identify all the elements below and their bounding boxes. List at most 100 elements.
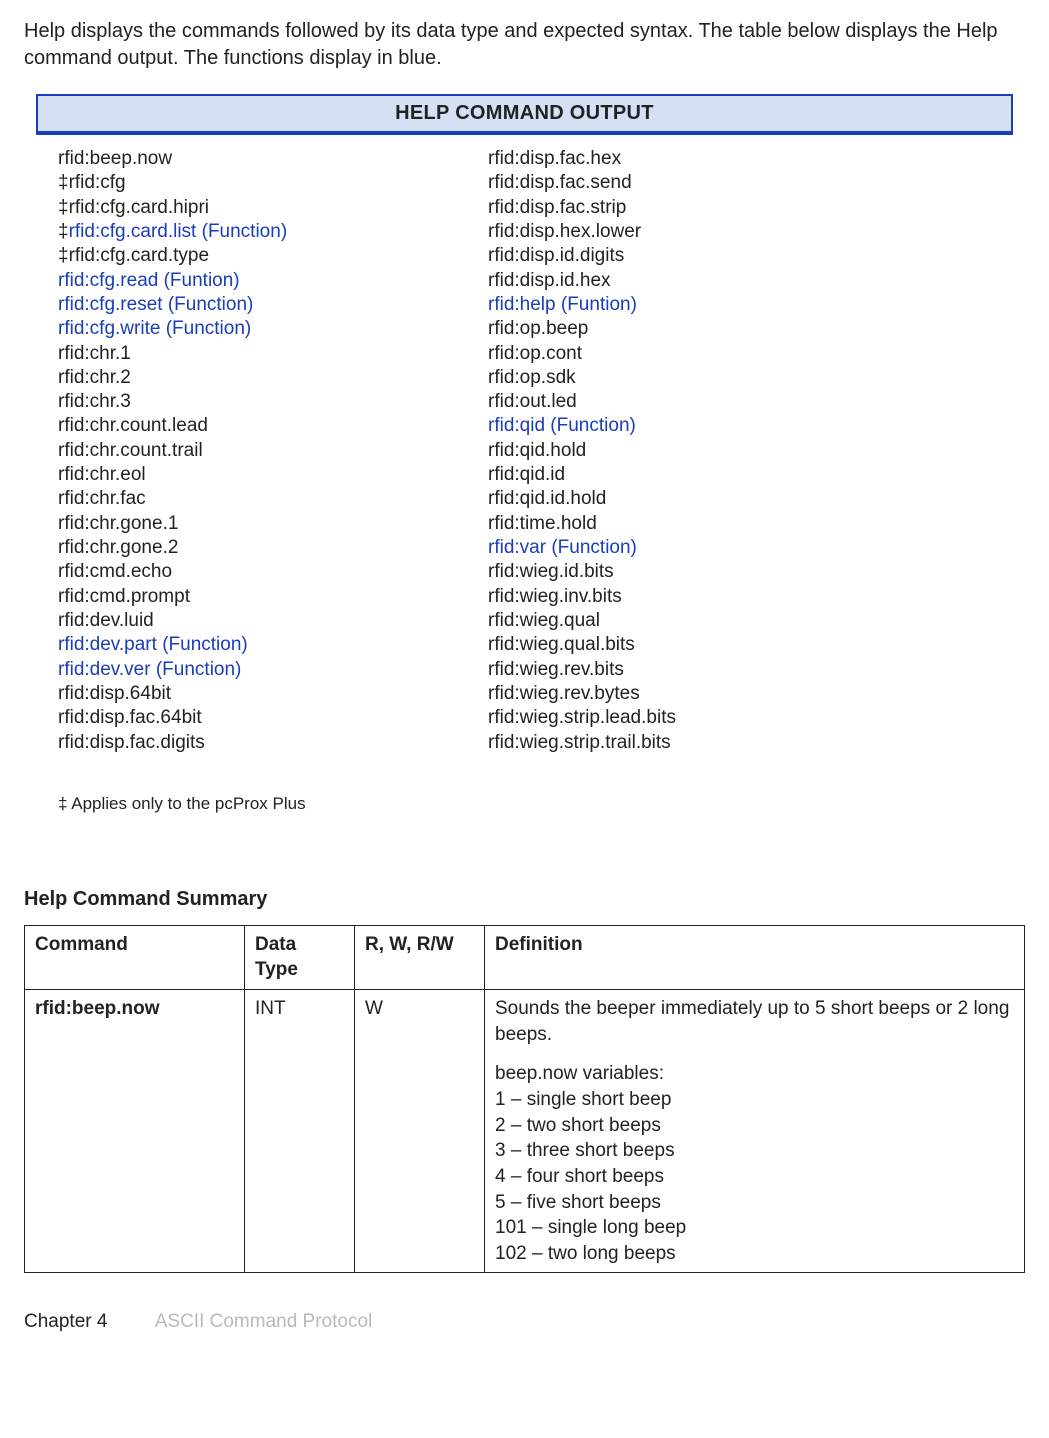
th-def: Definition [485,925,1025,989]
command-entry: rfid:wieg.strip.lead.bits [488,706,896,730]
command-name: rfid:disp.64bit [58,683,171,704]
cell-rw: W [355,990,485,1273]
command-name: rfid:op.sdk [488,367,576,388]
command-name: rfid:wieg.rev.bits [488,659,624,680]
command-name: rfid:qid.id [488,464,565,485]
command-function: rfid:cfg.reset (Function) [58,294,253,315]
command-function: rfid:qid (Function) [488,415,636,436]
command-function: rfid:cfg.read (Funtion) [58,270,240,291]
command-entry: rfid:disp.id.hex [488,269,896,293]
command-name: rfid:chr.2 [58,367,131,388]
command-entry: rfid:out.led [488,390,896,414]
command-name: rfid:disp.id.digits [488,245,624,266]
command-name: rfid:chr.count.trail [58,440,203,461]
cell-command: rfid:beep.now [25,990,245,1273]
dagger-prefix: ‡ [58,171,69,195]
command-entry: rfid:chr.count.lead [58,414,466,438]
command-entry: rfid:chr.3 [58,390,466,414]
command-name: rfid:disp.fac.digits [58,732,205,753]
command-name: rfid:dev.luid [58,610,154,631]
command-entry: ‡ rfid:cfg [58,171,466,195]
command-name: rfid:wieg.strip.lead.bits [488,707,676,728]
command-name: rfid:qid.hold [488,440,586,461]
command-entry: ‡ rfid:cfg.card.hipri [58,196,466,220]
help-output-title: HELP COMMAND OUTPUT [38,96,1011,133]
command-entry: rfid:dev.part (Function) [58,633,466,657]
command-col-1: rfid:beep.now‡ rfid:cfg‡ rfid:cfg.card.h… [36,147,466,755]
command-entry: rfid:dev.ver (Function) [58,658,466,682]
command-name: rfid:time.hold [488,513,597,534]
th-datatype: Data Type [245,925,355,989]
intro-paragraph: Help displays the commands followed by i… [24,18,1025,72]
command-name: rfid:chr.eol [58,464,146,485]
command-name: rfid:op.cont [488,343,582,364]
command-name: rfid:disp.fac.hex [488,148,621,169]
command-name: rfid:cfg [69,172,126,193]
command-entry: rfid:cfg.read (Funtion) [58,269,466,293]
command-entry: rfid:cmd.echo [58,560,466,584]
command-entry: rfid:qid.hold [488,439,896,463]
command-name: rfid:chr.fac [58,488,146,509]
dagger-prefix: ‡ [58,220,69,244]
command-entry: rfid:cmd.prompt [58,585,466,609]
command-name: rfid:cfg.card.type [69,245,209,266]
command-entry: rfid:disp.64bit [58,682,466,706]
command-entry: rfid:wieg.rev.bytes [488,682,896,706]
command-entry: rfid:chr.gone.1 [58,512,466,536]
command-entry: rfid:disp.fac.strip [488,196,896,220]
command-name: rfid:chr.gone.2 [58,537,178,558]
command-function: rfid:cfg.card.list (Function) [69,221,288,242]
def-vars-head: beep.now variables: [495,1061,1014,1087]
command-entry: rfid:wieg.strip.trail.bits [488,731,896,755]
command-name: rfid:wieg.qual [488,610,600,631]
command-entry: rfid:time.hold [488,512,896,536]
command-entry: rfid:op.beep [488,317,896,341]
section-heading: Help Command Summary [24,886,1025,913]
command-entry: rfid:cfg.write (Function) [58,317,466,341]
command-entry: rfid:chr.gone.2 [58,536,466,560]
def-var-line: 102 – two long beeps [495,1241,1014,1267]
command-name: rfid:disp.fac.64bit [58,707,202,728]
def-vars-list: 1 – single short beep2 – two short beeps… [495,1087,1014,1266]
def-var-line: 3 – three short beeps [495,1138,1014,1164]
def-var-line: 101 – single long beep [495,1215,1014,1241]
command-entry: rfid:op.cont [488,342,896,366]
command-entry: rfid:disp.id.digits [488,244,896,268]
command-entry: ‡ rfid:cfg.card.type [58,244,466,268]
command-entry: rfid:disp.fac.send [488,171,896,195]
command-entry: rfid:wieg.rev.bits [488,658,896,682]
command-entry: rfid:chr.eol [58,463,466,487]
footer-chapter: Chapter 4 [24,1311,107,1332]
command-name: rfid:chr.gone.1 [58,513,178,534]
help-output-box: HELP COMMAND OUTPUT [36,94,1013,135]
command-entry: rfid:chr.1 [58,342,466,366]
command-entry: rfid:disp.fac.64bit [58,706,466,730]
command-function: rfid:cfg.write (Function) [58,318,251,339]
command-entry: ‡ rfid:cfg.card.list (Function) [58,220,466,244]
table-header-row: Command Data Type R, W, R/W Definition [25,925,1025,989]
footer-title: ASCII Command Protocol [155,1311,373,1332]
command-entry: rfid:qid.id.hold [488,487,896,511]
command-name: rfid:disp.id.hex [488,270,611,291]
command-function: rfid:help (Funtion) [488,294,637,315]
command-col-2: rfid:disp.fac.hex rfid:disp.fac.send rfid:… [466,147,896,755]
command-name: rfid:cmd.prompt [58,586,190,607]
footnote: ‡ Applies only to the pcProx Plus [24,793,1025,816]
command-entry: rfid:help (Funtion) [488,293,896,317]
command-name: rfid:disp.fac.send [488,172,632,193]
command-entry: rfid:wieg.qual [488,609,896,633]
command-name: rfid:wieg.rev.bytes [488,683,640,704]
def-var-line: 2 – two short beeps [495,1113,1014,1139]
command-entry: rfid:op.sdk [488,366,896,390]
command-name: rfid:wieg.strip.trail.bits [488,732,671,753]
command-entry: rfid:wieg.qual.bits [488,633,896,657]
command-entry: rfid:cfg.reset (Function) [58,293,466,317]
summary-table: Command Data Type R, W, R/W Definition r… [24,925,1025,1274]
command-function: rfid:dev.ver (Function) [58,659,241,680]
command-name: rfid:op.beep [488,318,588,339]
command-name: rfid:chr.3 [58,391,131,412]
command-function: rfid:var (Function) [488,537,637,558]
command-name: rfid:disp.hex.lower [488,221,641,242]
command-columns: rfid:beep.now‡ rfid:cfg‡ rfid:cfg.card.h… [36,143,1013,765]
command-entry: rfid:beep.now [58,147,466,171]
